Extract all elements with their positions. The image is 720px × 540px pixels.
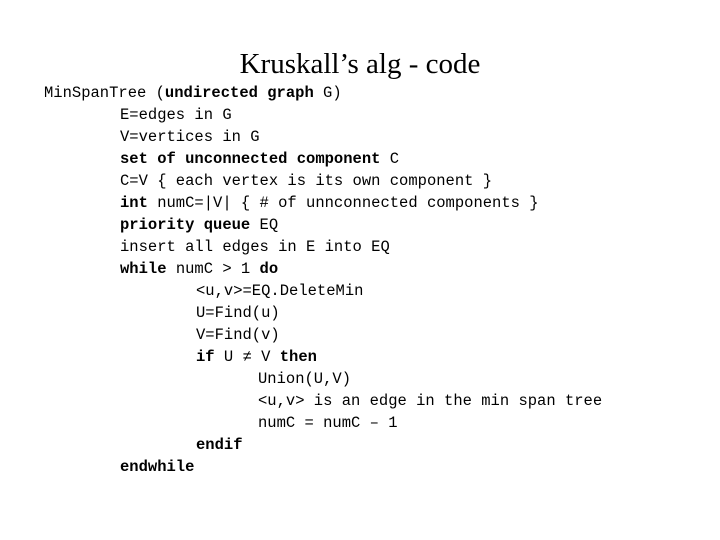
code-line: E=edges in G	[44, 104, 716, 126]
code-line: <u,v> is an edge in the min span tree	[44, 390, 716, 412]
code-text: U=Find(u)	[196, 304, 280, 322]
code-keyword: undirected graph	[164, 84, 314, 102]
code-text: G)	[313, 84, 342, 102]
slide-canvas: Kruskall’s alg - code MinSpanTree (undir…	[0, 0, 720, 540]
code-text: V=vertices in G	[120, 128, 260, 146]
code-text: numC=|V| { # of unnconnected components …	[147, 194, 539, 212]
code-line: set of unconnected component C	[44, 148, 716, 170]
code-keyword: endwhile	[120, 458, 195, 476]
code-line: C=V { each vertex is its own component }	[44, 170, 716, 192]
code-keyword: endif	[196, 436, 243, 454]
code-line: Union(U,V)	[44, 368, 716, 390]
code-text: <u,v>=EQ.DeleteMin	[196, 282, 364, 300]
code-text: C	[380, 150, 400, 168]
code-text: Union(U,V)	[258, 370, 352, 388]
code-text: V=Find(v)	[196, 326, 280, 344]
code-line: if U ≠ V then	[44, 346, 716, 368]
code-text: C=V { each vertex is its own component }	[120, 172, 493, 190]
code-keyword: do	[259, 260, 279, 278]
code-text: <u,v> is an edge in the min span tree	[258, 392, 603, 410]
code-text: EQ	[250, 216, 279, 234]
code-keyword: then	[279, 348, 317, 366]
code-keyword: priority queue	[120, 216, 251, 234]
code-line: endwhile	[44, 456, 716, 478]
code-line: int numC=|V| { # of unnconnected compone…	[44, 192, 716, 214]
code-text: MinSpanTree (	[44, 84, 165, 102]
code-text: E=edges in G	[120, 106, 232, 124]
code-line: MinSpanTree (undirected graph G)	[44, 82, 716, 104]
code-line: V=vertices in G	[44, 126, 716, 148]
code-keyword: int	[120, 194, 148, 212]
code-line: priority queue EQ	[44, 214, 716, 236]
code-keyword: while	[120, 260, 167, 278]
pseudocode-block: MinSpanTree (undirected graph G) E=edges …	[44, 82, 716, 478]
code-line: endif	[44, 434, 716, 456]
code-keyword: if	[196, 348, 215, 366]
page-title: Kruskall’s alg - code	[239, 48, 481, 81]
code-text: U ≠ V	[214, 348, 280, 366]
code-text: numC = numC – 1	[258, 414, 398, 432]
code-text: numC > 1	[166, 260, 260, 278]
code-line: U=Find(u)	[44, 302, 716, 324]
code-line: numC = numC – 1	[44, 412, 716, 434]
code-line: <u,v>=EQ.DeleteMin	[44, 280, 716, 302]
code-line: V=Find(v)	[44, 324, 716, 346]
code-text: insert all edges in E into EQ	[120, 238, 390, 256]
code-line: insert all edges in E into EQ	[44, 236, 716, 258]
code-keyword: set of unconnected component	[120, 150, 381, 168]
code-line: while numC > 1 do	[44, 258, 716, 280]
